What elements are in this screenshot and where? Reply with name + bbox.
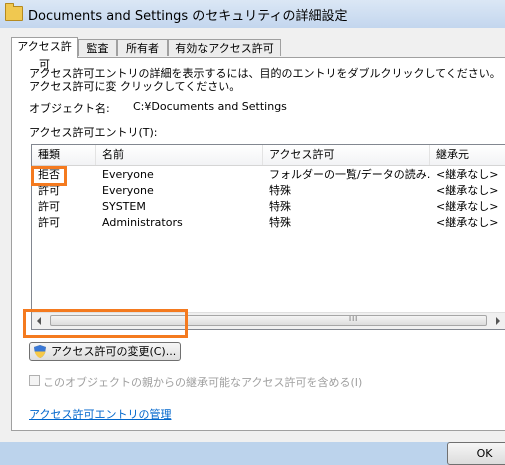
cell-permission: 特殊 [269,216,291,229]
table-row[interactable]: 拒否 Everyone フォルダーの一覧/データの読み… <継承なし> [32,167,505,183]
table-row[interactable]: 許可 SYSTEM 特殊 <継承なし> [32,199,505,215]
cell-name: Everyone [102,184,154,197]
entries-label: アクセス許可エントリ(T): [29,126,158,139]
cell-name: Everyone [102,168,154,181]
tab-owner[interactable]: 所有者 [117,39,168,56]
cell-type: 拒否 [38,168,60,181]
title-bar[interactable]: Documents and Settings のセキュリティの詳細設定 [0,0,505,28]
grip-icon: III [349,315,359,323]
list-header: 種類 名前 アクセス許可 継承元 [32,145,505,166]
tab-permissions[interactable]: アクセス許可 [11,37,78,71]
table-row[interactable]: 許可 Administrators 特殊 <継承なし> [32,215,505,231]
cell-name: SYSTEM [102,200,146,213]
scrollbar-thumb[interactable] [50,315,487,326]
cell-type: 許可 [38,184,60,197]
dialog-body: アクセス許可 監査 所有者 有効なアクセス許可 アクセス許可エントリの詳細を表示… [0,28,505,465]
ok-button[interactable]: OK [447,442,505,465]
column-header-permission[interactable]: アクセス許可 [263,145,430,165]
column-header-name[interactable]: 名前 [96,145,263,165]
manage-entries-link[interactable]: アクセス許可エントリの管理 [29,406,171,422]
cell-permission: 特殊 [269,200,291,213]
object-name-value: C:¥Documents and Settings [133,100,287,113]
description-text: アクセス許可エントリの詳細を表示するには、目的のエントリをダブルクリックしてくだ… [29,67,501,93]
cell-inherited: <継承なし> [436,216,499,229]
scroll-right-icon[interactable] [496,317,500,325]
tab-effective-permissions[interactable]: 有効なアクセス許可 [168,39,281,56]
folder-icon [5,3,23,21]
table-row[interactable]: 許可 Everyone 特殊 <継承なし> [32,183,505,199]
horizontal-scrollbar[interactable]: III [32,312,505,329]
permission-entries-list[interactable]: 種類 名前 アクセス許可 継承元 拒否 Everyone フォルダーの一覧/デー… [31,144,505,330]
column-header-inherited[interactable]: 継承元 [430,145,505,165]
scroll-left-icon[interactable] [37,317,41,325]
cell-inherited: <継承なし> [436,184,499,197]
cell-type: 許可 [38,200,60,213]
inherit-checkbox-label: このオブジェクトの親からの継承可能なアクセス許可を含める(I) [43,376,363,389]
cell-name: Administrators [102,216,183,229]
change-permissions-button[interactable]: アクセス許可の変更(C)... [29,342,181,361]
object-name-label: オブジェクト名: [29,102,110,115]
cell-inherited: <継承なし> [436,200,499,213]
window-title: Documents and Settings のセキュリティの詳細設定 [28,9,348,24]
inherit-checkbox [29,375,40,386]
cell-inherited: <継承なし> [436,168,499,181]
tab-auditing[interactable]: 監査 [78,39,117,56]
cell-permission: 特殊 [269,184,291,197]
uac-shield-icon [34,345,46,358]
cell-permission: フォルダーの一覧/データの読み… [269,168,430,181]
cell-type: 許可 [38,216,60,229]
column-header-type[interactable]: 種類 [32,145,96,165]
change-permissions-label: アクセス許可の変更(C)... [51,345,177,358]
